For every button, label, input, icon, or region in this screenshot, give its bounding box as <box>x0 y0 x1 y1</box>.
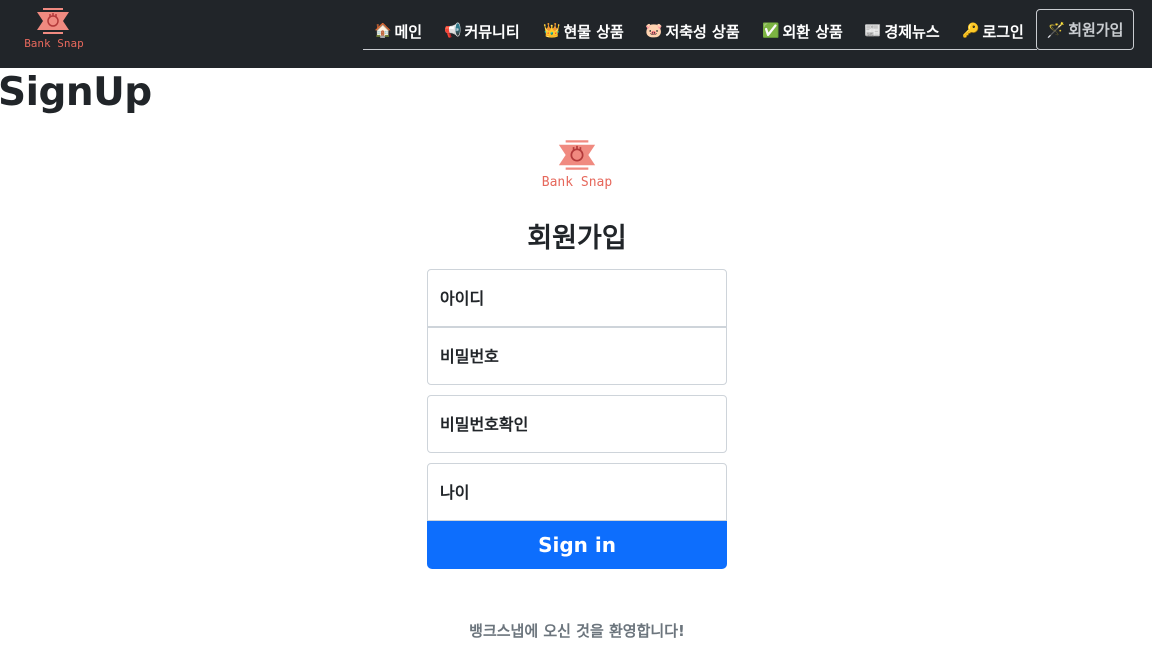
nav-item-savings-products[interactable]: 🐷 저축성 상품 <box>645 20 740 42</box>
hand-flag-logo-icon <box>37 8 69 34</box>
password-confirm-field <box>427 395 727 453</box>
nav-item-login[interactable]: 🔑 로그인 <box>962 20 1024 42</box>
newspaper-icon: 📰 <box>864 23 882 39</box>
brand-logo-text: Bank Snap <box>24 37 84 50</box>
username-input[interactable] <box>440 288 726 308</box>
megaphone-icon: 📢 <box>444 23 462 39</box>
nav-item-label: 현물 상품 <box>563 22 624 41</box>
top-navbar: Bank Snap 🏠 메인 📢 커뮤니티 👑 현물 상품 🐷 저축성 상품 ✅… <box>0 0 1152 68</box>
nav-item-community[interactable]: 📢 커뮤니티 <box>444 20 520 42</box>
password-field <box>427 327 727 385</box>
nav-item-label: 경제뉴스 <box>884 22 940 41</box>
crown-icon: 👑 <box>543 23 561 39</box>
nav-item-label: 회원가입 <box>1068 21 1124 39</box>
nav-item-economy-news[interactable]: 📰 경제뉴스 <box>864 20 940 42</box>
nav-item-main[interactable]: 🏠 메인 <box>374 20 422 42</box>
nav-item-label: 커뮤니티 <box>464 22 520 41</box>
password-confirm-input[interactable] <box>440 414 726 434</box>
age-field <box>427 463 727 521</box>
form-title: 회원가입 <box>527 223 627 254</box>
form-logo-text: Bank Snap <box>541 175 613 190</box>
nav-item-signup-active[interactable]: 🪄 회원가입 <box>1036 9 1134 50</box>
house-icon: 🏠 <box>374 23 392 39</box>
pig-icon: 🐷 <box>645 23 663 39</box>
page-title: SignUp <box>0 70 152 115</box>
check-icon: ✅ <box>762 23 780 39</box>
username-field <box>427 269 727 327</box>
hand-flag-logo-icon <box>558 140 596 170</box>
password-input[interactable] <box>440 346 726 366</box>
form-logo: Bank Snap <box>538 138 616 194</box>
age-input[interactable] <box>440 482 726 502</box>
nav-item-label: 메인 <box>394 22 423 41</box>
nav-item-label: 저축성 상품 <box>665 22 740 41</box>
key-icon: 🔑 <box>962 23 980 39</box>
nav-underline <box>363 49 1037 50</box>
wand-icon: 🪄 <box>1046 20 1066 39</box>
nav-item-forex-products[interactable]: ✅ 외환 상품 <box>762 20 843 42</box>
sign-in-button[interactable]: Sign in <box>427 521 727 569</box>
brand-logo-link[interactable]: Bank Snap <box>21 6 87 56</box>
nav-item-label: 외환 상품 <box>782 22 843 41</box>
nav-item-spot-products[interactable]: 👑 현물 상품 <box>543 20 624 42</box>
welcome-message: 뱅크스냅에 오신 것을 환영합니다! <box>469 622 685 640</box>
nav-item-label: 로그인 <box>982 22 1024 41</box>
